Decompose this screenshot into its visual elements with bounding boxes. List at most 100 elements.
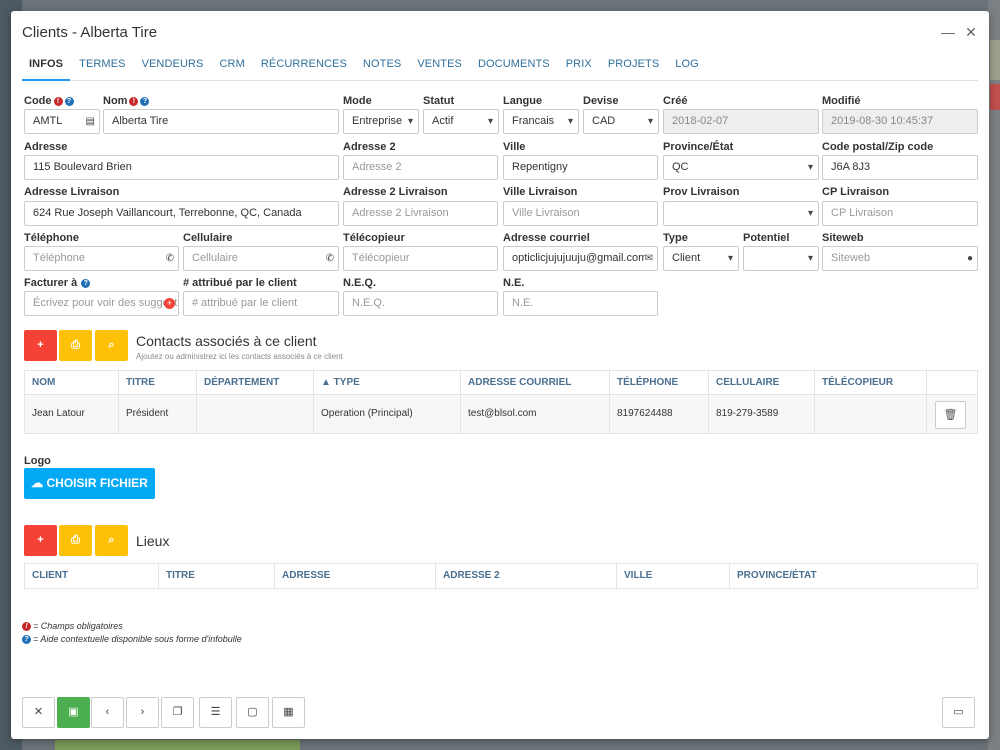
help-icon[interactable]: ? [64, 97, 74, 106]
close-button[interactable]: ✕ [22, 697, 55, 728]
search-contact-button[interactable]: ⌕ [95, 330, 128, 361]
telephone-input[interactable]: Téléphone ✆ [24, 246, 179, 271]
search-lieu-button[interactable]: ⌕ [95, 525, 128, 556]
attribue-label: # attribué par le client [183, 277, 297, 289]
legend-help: ? = Aide contextuelle disponible sous for… [22, 634, 242, 644]
tab-crm[interactable]: CRM [213, 51, 252, 81]
facturer-input[interactable]: Écrivez pour voir des suggestions+ [24, 291, 179, 316]
ville-livraison-input[interactable]: Ville Livraison [503, 201, 658, 226]
calendar-button[interactable]: ▦ [272, 697, 305, 728]
code-postal-input[interactable]: J6A 8J3 [822, 155, 978, 180]
print-contact-button[interactable]: ⎙ [59, 330, 92, 361]
column-header-province[interactable]: PROVINCE/ÉTAT [730, 564, 977, 588]
cellulaire-input[interactable]: Cellulaire ✆ [183, 246, 339, 271]
add-contact-button[interactable]: + [24, 330, 57, 361]
column-header-titre[interactable]: TITRE [159, 564, 275, 588]
statut-select[interactable]: Actif [423, 109, 499, 134]
add-lieu-button[interactable]: + [24, 525, 57, 556]
telecopieur-input[interactable]: Télécopieur [343, 246, 498, 271]
choose-file-button[interactable]: ☁ CHOISIR FICHIER [24, 468, 155, 499]
tab-notes[interactable]: NOTES [356, 51, 408, 81]
tab-bar: INFOS TERMES VENDEURS CRM RÉCURRENCES NO… [22, 51, 978, 81]
globe-icon[interactable]: ● [967, 247, 973, 270]
cell-departement [197, 395, 314, 433]
ville-label: Ville [503, 141, 526, 153]
print-lieu-button[interactable]: ⎙ [59, 525, 92, 556]
close-icon[interactable]: ✕ [964, 25, 978, 39]
code-label: Code!? [24, 95, 74, 107]
tab-projets[interactable]: PROJETS [601, 51, 666, 81]
contacts-title: Contacts associés à ce client [136, 333, 317, 349]
list-button[interactable]: ☰ [199, 697, 232, 728]
help-icon: ? [22, 635, 31, 644]
langue-select[interactable]: Francais [503, 109, 579, 134]
potentiel-select[interactable] [743, 246, 819, 271]
tab-prix[interactable]: PRIX [559, 51, 599, 81]
document-button[interactable]: ▢ [236, 697, 269, 728]
column-header-cellulaire[interactable]: CELLULAIRE [709, 371, 815, 394]
column-header-courriel[interactable]: ADRESSE COURRIEL [461, 371, 610, 394]
neq-input[interactable]: N.E.Q. [343, 291, 498, 316]
column-header-type[interactable]: ▲ TYPE [314, 371, 461, 394]
ne-input[interactable]: N.E. [503, 291, 658, 316]
tab-documents[interactable]: DOCUMENTS [471, 51, 557, 81]
column-header-titre[interactable]: TITRE [119, 371, 197, 394]
column-header-departement[interactable]: DÉPARTEMENT [197, 371, 314, 394]
adresse-livraison-input[interactable]: 624 Rue Joseph Vaillancourt, Terrebonne,… [24, 201, 339, 226]
phone-icon: ✆ [325, 253, 334, 264]
type-select[interactable]: Client [663, 246, 739, 271]
column-header-adresse[interactable]: ADRESSE [275, 564, 436, 588]
potentiel-label: Potentiel [743, 232, 790, 244]
adresse2-livraison-label: Adresse 2 Livraison [343, 186, 448, 198]
adresse-input[interactable]: 115 Boulevard Brien [24, 155, 339, 180]
devise-select[interactable]: CAD [583, 109, 659, 134]
column-header-client[interactable]: CLIENT [25, 564, 159, 588]
table-row[interactable]: Jean Latour Président Operation (Princip… [25, 395, 977, 433]
tab-infos[interactable]: INFOS [22, 51, 71, 81]
next-button[interactable]: › [126, 697, 159, 728]
tab-ventes[interactable]: VENTES [410, 51, 469, 81]
cp-livraison-input[interactable]: CP Livraison [822, 201, 978, 226]
column-header-ville[interactable]: VILLE [617, 564, 730, 588]
minimize-icon[interactable]: — [941, 25, 955, 39]
column-header-telecopieur[interactable]: TÉLÉCOPIEUR [815, 371, 927, 394]
adresse2-label: Adresse 2 [343, 141, 396, 153]
add-icon[interactable]: + [164, 298, 175, 309]
mail-icon[interactable]: ✉ [644, 247, 653, 270]
nom-input[interactable]: Alberta Tire [103, 109, 339, 134]
courriel-input[interactable]: opticlicjujujuuju@gmail.com ✉ [503, 246, 658, 271]
adresse2-livraison-input[interactable]: Adresse 2 Livraison [343, 201, 498, 226]
column-header-nom[interactable]: NOM [25, 371, 119, 394]
facturer-label: Facturer à? [24, 277, 91, 289]
cell-nom: Jean Latour [25, 395, 119, 433]
column-header-adresse2[interactable]: ADRESSE 2 [436, 564, 617, 588]
prov-livraison-select[interactable] [663, 201, 819, 226]
tab-recurrences[interactable]: RÉCURRENCES [254, 51, 354, 81]
tab-log[interactable]: LOG [668, 51, 706, 81]
column-header-actions [927, 371, 977, 394]
ville-input[interactable]: Repentigny [503, 155, 658, 180]
neq-label: N.E.Q. [343, 277, 377, 289]
help-icon[interactable]: ? [140, 97, 150, 106]
attribue-input[interactable]: # attribué par le client [183, 291, 339, 316]
cell-type: Operation (Principal) [314, 395, 461, 433]
code-input[interactable]: AMTL ▤ [24, 109, 100, 134]
tab-vendeurs[interactable]: VENDEURS [135, 51, 211, 81]
siteweb-input[interactable]: Siteweb ● [822, 246, 978, 271]
copy-button[interactable]: ❐ [161, 697, 194, 728]
cell-actions: 🗑 [927, 395, 977, 433]
province-select[interactable]: QC [663, 155, 819, 180]
previous-button[interactable]: ‹ [91, 697, 124, 728]
cp-livraison-label: CP Livraison [822, 186, 890, 198]
background-tile [990, 40, 1000, 80]
id-card-icon[interactable]: ▤ [86, 110, 95, 133]
column-header-telephone[interactable]: TÉLÉPHONE [610, 371, 709, 394]
tab-termes[interactable]: TERMES [72, 51, 132, 81]
adresse2-input[interactable]: Adresse 2 [343, 155, 498, 180]
save-button[interactable]: ▣ [57, 697, 90, 728]
screenshot-button[interactable]: ▭ [942, 697, 975, 728]
mode-label: Mode [343, 95, 372, 107]
trash-icon[interactable]: 🗑 [935, 401, 966, 430]
mode-select[interactable]: Entreprise [343, 109, 419, 134]
help-icon[interactable]: ? [81, 279, 91, 288]
